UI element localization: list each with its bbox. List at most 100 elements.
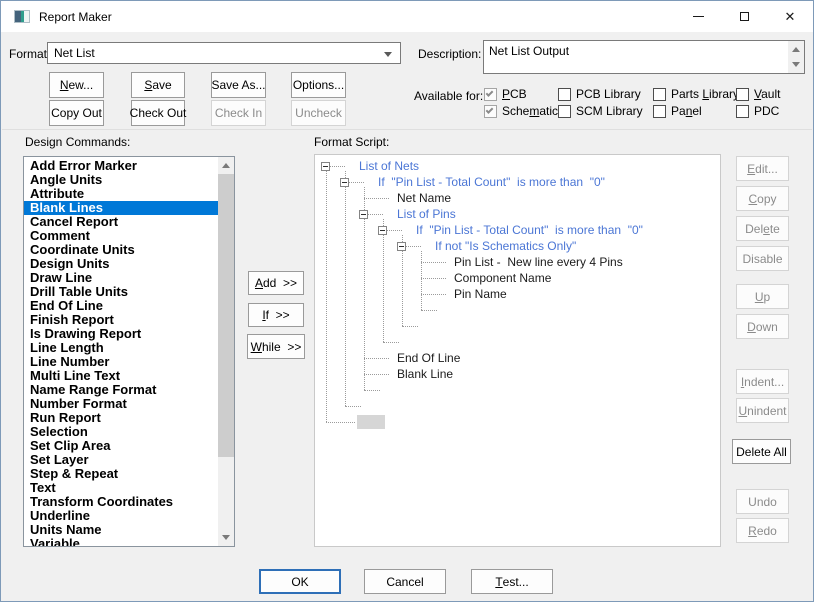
if-button[interactable]: If >> [248, 303, 304, 327]
list-item[interactable]: Add Error Marker [24, 159, 218, 173]
tree-collapse-icon[interactable] [321, 162, 330, 171]
tree-collapse-icon[interactable] [340, 178, 349, 187]
list-item[interactable]: Draw Line [24, 271, 218, 285]
description-input[interactable]: Net List Output [483, 40, 805, 74]
list-item[interactable]: Comment [24, 229, 218, 243]
design-commands-scrollbar[interactable] [218, 157, 234, 546]
list-item[interactable]: Line Number [24, 355, 218, 369]
list-item[interactable]: Text [24, 481, 218, 495]
close-button[interactable]: ✕ [767, 1, 813, 32]
checkbox-schematics[interactable]: Schematics [484, 104, 564, 118]
tree-connector [345, 406, 361, 407]
list-item[interactable]: Set Layer [24, 453, 218, 467]
checkbox-panel[interactable]: Panel [653, 104, 702, 118]
list-item[interactable]: Design Units [24, 257, 218, 271]
new-button[interactable]: New... [49, 72, 104, 98]
tree-collapse-icon[interactable] [378, 226, 387, 235]
checkbox-box[interactable] [558, 105, 571, 118]
tree-node[interactable]: Component Name [454, 270, 551, 286]
list-item[interactable]: Cancel Report [24, 215, 218, 229]
delete-all-button[interactable]: Delete All [732, 439, 791, 464]
format-script-tree[interactable]: List of NetsIf "Pin List - Total Count" … [314, 154, 721, 547]
list-item[interactable]: End Of Line [24, 299, 218, 313]
list-item[interactable]: Attribute [24, 187, 218, 201]
list-item[interactable]: Line Length [24, 341, 218, 355]
indent-button: Indent... [736, 369, 789, 394]
list-item[interactable]: Drill Table Units [24, 285, 218, 299]
checkbox-vault[interactable]: Vault [736, 87, 780, 101]
list-item[interactable]: Blank Lines [24, 201, 218, 215]
copy-out-button[interactable]: Copy Out [49, 100, 104, 126]
scroll-down-icon[interactable] [792, 62, 800, 67]
tree-node[interactable]: If "Pin List - Total Count" is more than… [416, 222, 643, 238]
list-item[interactable]: Run Report [24, 411, 218, 425]
checkbox-parts-library[interactable]: Parts Library [653, 87, 739, 101]
list-item[interactable]: Transform Coordinates [24, 495, 218, 509]
format-label: Format: [9, 47, 50, 61]
checkbox-box[interactable] [736, 88, 749, 101]
save-as-button[interactable]: Save As... [211, 72, 266, 98]
uncheck-button: Uncheck [291, 100, 346, 126]
list-item[interactable]: Units Name [24, 523, 218, 537]
cancel-button[interactable]: Cancel [364, 569, 446, 594]
checkbox-pcb-library[interactable]: PCB Library [558, 87, 641, 101]
description-scrollbar[interactable] [788, 41, 804, 73]
tree-node[interactable]: End Of Line [397, 350, 460, 366]
check-out-button[interactable]: Check Out [131, 100, 185, 126]
scrollbar-thumb[interactable] [218, 174, 234, 457]
tree-placeholder-node[interactable] [357, 415, 385, 429]
list-item[interactable]: Set Clip Area [24, 439, 218, 453]
checkbox-box[interactable] [484, 105, 497, 118]
tree-node[interactable]: Blank Line [397, 366, 453, 382]
scroll-up-icon[interactable] [792, 47, 800, 52]
list-item[interactable]: Variable [24, 537, 218, 547]
ok-button[interactable]: OK [259, 569, 341, 594]
list-item[interactable]: Multi Line Text [24, 369, 218, 383]
description-value: Net List Output [489, 44, 569, 58]
checkbox-box[interactable] [653, 105, 666, 118]
scroll-down-icon[interactable] [222, 535, 230, 540]
edit-button: Edit... [736, 156, 789, 181]
tree-collapse-icon[interactable] [359, 210, 368, 219]
format-value: Net List [54, 46, 95, 60]
list-item[interactable]: Name Range Format [24, 383, 218, 397]
tree-node[interactable]: Pin Name [454, 286, 507, 302]
scroll-up-icon[interactable] [222, 163, 230, 168]
while-button[interactable]: While >> [247, 334, 305, 359]
tree-node[interactable]: If not "Is Schematics Only" [435, 238, 576, 254]
list-item[interactable]: Step & Repeat [24, 467, 218, 481]
format-combobox[interactable]: Net List [47, 42, 401, 64]
tree-node[interactable]: If "Pin List - Total Count" is more than… [378, 174, 605, 190]
checkbox-box[interactable] [558, 88, 571, 101]
add-button[interactable]: Add >> [248, 271, 304, 295]
minimize-button[interactable] [675, 1, 721, 32]
list-item[interactable]: Selection [24, 425, 218, 439]
minimize-icon [693, 16, 704, 17]
list-item[interactable]: Finish Report [24, 313, 218, 327]
window-title: Report Maker [39, 10, 112, 24]
checkbox-scm-library[interactable]: SCM Library [558, 104, 643, 118]
design-commands-list[interactable]: Add Error MarkerAngle UnitsAttributeBlan… [23, 156, 235, 547]
tree-node[interactable]: Pin List - New line every 4 Pins [454, 254, 623, 270]
tree-collapse-icon[interactable] [397, 242, 406, 251]
list-item[interactable]: Angle Units [24, 173, 218, 187]
tree-node[interactable]: List of Nets [359, 158, 419, 174]
list-item[interactable]: Is Drawing Report [24, 327, 218, 341]
save-button[interactable]: Save [131, 72, 185, 98]
tree-node[interactable]: List of Pins [397, 206, 456, 222]
checkbox-box[interactable] [653, 88, 666, 101]
options-button[interactable]: Options... [291, 72, 346, 98]
checkbox-pdc[interactable]: PDC [736, 104, 779, 118]
test-button[interactable]: Test... [471, 569, 553, 594]
checkbox-box[interactable] [736, 105, 749, 118]
checkbox-box[interactable] [484, 88, 497, 101]
list-item[interactable]: Number Format [24, 397, 218, 411]
list-item[interactable]: Coordinate Units [24, 243, 218, 257]
chevron-down-icon[interactable] [384, 52, 392, 57]
checkbox-pcb[interactable]: PCB [484, 87, 527, 101]
tree-connector [406, 246, 421, 247]
maximize-button[interactable] [721, 1, 767, 32]
tree-node[interactable]: Net Name [397, 190, 451, 206]
list-item[interactable]: Underline [24, 509, 218, 523]
checkbox-label: Vault [754, 87, 780, 101]
